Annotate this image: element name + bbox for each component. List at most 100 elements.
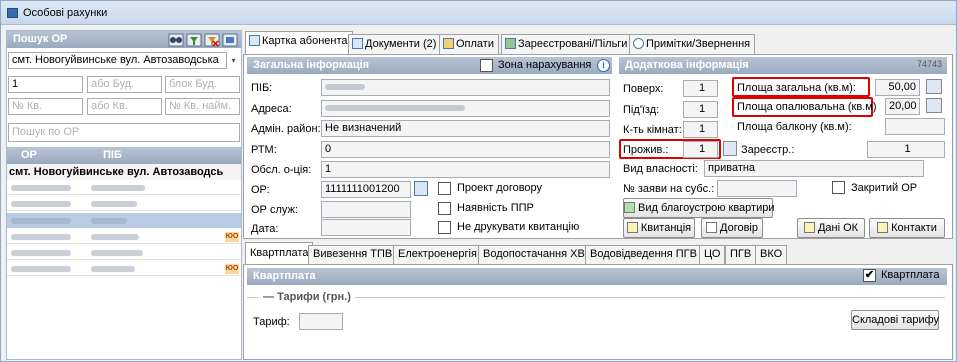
no-print-label: Не друкувати квитанцію (457, 221, 580, 233)
address-value (325, 105, 465, 112)
calc-icon[interactable] (926, 98, 942, 113)
search-panel: Пошук ОР смт. Новогуйвинське вул. Автоза… (6, 30, 242, 360)
tariffs-legend: — Тарифи (грн.) (259, 291, 355, 303)
tab-label: ЦО (704, 248, 721, 260)
account-field[interactable]: 1111111001200 (321, 181, 411, 198)
apartment-alt-input[interactable]: або Кв. (87, 98, 162, 115)
date-field[interactable] (321, 219, 411, 236)
tab-drainage[interactable]: Водовідведення ПГВ (585, 245, 702, 264)
building-input[interactable]: або Буд. (87, 76, 162, 93)
pib-field[interactable] (321, 79, 610, 96)
info-icon[interactable]: i (597, 59, 610, 72)
street-select[interactable]: смт. Новогуйвинське вул. Автозаводська (8, 52, 227, 69)
district-field[interactable]: Не визначений (321, 120, 610, 137)
tab-payments[interactable]: Оплати (439, 34, 499, 54)
list-item[interactable]: ЮО (7, 262, 241, 276)
list-item[interactable] (7, 181, 241, 195)
list-item[interactable]: ЮО (7, 230, 241, 244)
account-search-input[interactable]: Пошук по ОР (8, 123, 240, 142)
project-checkbox[interactable] (438, 182, 451, 195)
tab-central-heating[interactable]: ЦО (699, 245, 726, 264)
ppr-checkbox[interactable] (438, 202, 451, 215)
service-org-field[interactable]: 1 (321, 161, 610, 178)
entrance-field[interactable]: 1 (683, 101, 718, 118)
total-area-field[interactable]: 50,00 (875, 79, 920, 96)
ok-data-icon (803, 222, 815, 233)
account-name (91, 250, 143, 256)
tab-cold-water[interactable]: Водопостачання ХВ (478, 245, 590, 264)
tab-registered[interactable]: Зареєстровані/Пільги (501, 34, 633, 54)
tab-documents[interactable]: Документи (2) (348, 34, 442, 54)
group-row[interactable]: смт. Новогуйвинське вул. Автозаводсь (7, 164, 241, 180)
rent-checkbox-label: Квартплата (881, 269, 940, 281)
zone-checkbox[interactable] (480, 59, 493, 72)
main-window: Особові рахунки Пошук ОР смт. Новогуйвин… (0, 0, 957, 362)
pib-value (325, 84, 365, 91)
tab-hot-water[interactable]: ПГВ (725, 245, 757, 264)
list-item[interactable] (7, 246, 241, 260)
account-name (91, 185, 145, 191)
tab-vko[interactable]: ВКО (755, 245, 788, 264)
service-account-field[interactable] (321, 201, 411, 218)
edit-icon[interactable] (723, 141, 737, 156)
contacts-icon (877, 222, 889, 233)
tab-subscriber-card[interactable]: Картка абонента (245, 31, 353, 55)
improvement-button[interactable]: Вид благоустрою квартири (623, 198, 775, 218)
account-value: 1111111001200 (325, 183, 400, 195)
contract-button[interactable]: Договір (701, 218, 763, 238)
list-item[interactable] (7, 197, 241, 211)
settings-icon[interactable] (222, 33, 238, 47)
list-item-selected[interactable] (7, 213, 241, 228)
heated-area-label: Площа опалювальна (кв.м) (737, 101, 877, 113)
payments-icon (443, 38, 454, 49)
tab-label: Примітки/Звернення (646, 38, 751, 50)
apartment-input[interactable]: № Кв. (8, 98, 83, 115)
tab-label: ВКО (760, 248, 783, 260)
building-placeholder: або Буд. (91, 78, 135, 90)
balcony-field[interactable] (885, 118, 945, 135)
tab-electricity[interactable]: Електроенергія (393, 245, 482, 264)
ok-data-button[interactable]: Дані ОК (797, 218, 865, 238)
column-pib[interactable]: ПІБ (103, 147, 122, 164)
rented-apartment-input[interactable]: № Кв. найм. (165, 98, 240, 115)
column-or[interactable]: ОР (21, 147, 37, 164)
closed-account-checkbox[interactable] (832, 181, 845, 194)
tariff-field[interactable] (299, 313, 343, 330)
rtm-field[interactable]: 0 (321, 141, 610, 158)
copy-icon[interactable] (414, 181, 428, 196)
registered-field[interactable]: 1 (867, 141, 945, 158)
tab-notes[interactable]: Примітки/Звернення (629, 34, 756, 54)
no-print-checkbox[interactable] (438, 221, 451, 234)
service-org-label: Обсл. о-ція: (251, 164, 312, 176)
account-label: ОР: (251, 184, 270, 196)
improvement-icon (624, 202, 635, 213)
clear-filter-icon[interactable] (204, 33, 220, 47)
ownership-label: Вид власності: (623, 163, 698, 175)
filter-icon[interactable] (186, 33, 202, 47)
account-number (11, 234, 71, 240)
tab-waste[interactable]: Вивезення ТПВ (308, 245, 398, 264)
address-field[interactable] (321, 100, 610, 117)
calc-icon[interactable] (926, 79, 942, 94)
receipt-button[interactable]: Квитанція (623, 218, 695, 238)
rent-checkbox[interactable]: ✔ (863, 269, 876, 282)
search-header-label: Пошук ОР (13, 33, 68, 45)
living-field[interactable]: 1 (683, 141, 718, 158)
heated-area-value: 20,00 (889, 100, 917, 112)
floor-field[interactable]: 1 (683, 80, 718, 97)
chevron-down-icon[interactable]: ▾ (227, 52, 240, 69)
people-icon (505, 38, 516, 49)
rooms-field[interactable]: 1 (683, 121, 718, 138)
subsidy-field[interactable] (717, 180, 797, 197)
apartment-placeholder: № Кв. (12, 100, 43, 112)
heated-area-field[interactable]: 20,00 (885, 98, 920, 115)
floor-label: Поверх: (623, 83, 664, 95)
binoculars-icon[interactable] (168, 33, 184, 47)
tariff-components-button[interactable]: Складові тарифу (851, 310, 939, 330)
ppr-label: Наявність ППР (457, 202, 534, 214)
tab-rent[interactable]: Квартплата (245, 242, 314, 265)
house-input[interactable]: 1 (8, 76, 83, 93)
block-input[interactable]: блок Буд. (165, 76, 240, 93)
contacts-button[interactable]: Контакти (869, 218, 945, 238)
ownership-field[interactable]: приватна (704, 160, 924, 177)
